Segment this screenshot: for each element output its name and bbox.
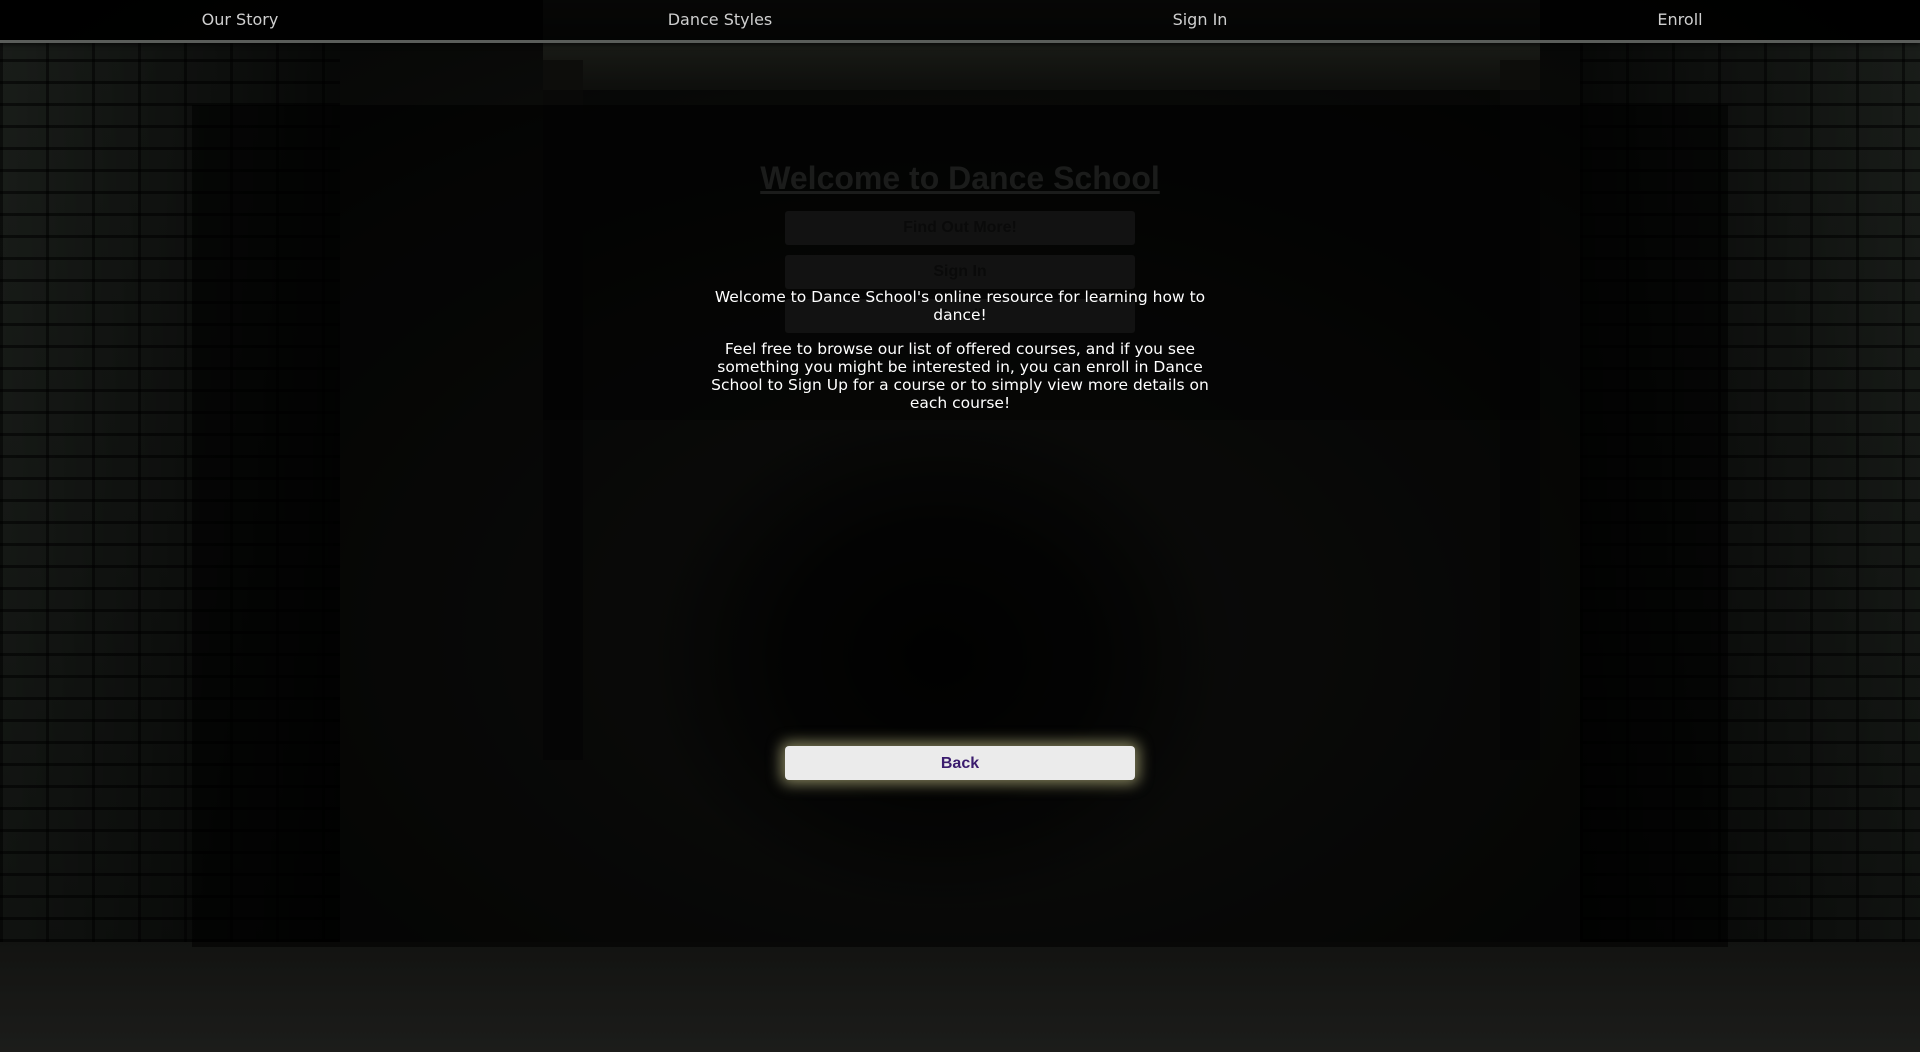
modal-paragraph-details: Feel free to browse our list of offered …	[711, 340, 1209, 412]
modal-paragraph-intro: Welcome to Dance School's online resourc…	[714, 288, 1206, 324]
modal-overlay	[0, 0, 1920, 1052]
nav-item-sign-in[interactable]: Sign In	[960, 0, 1440, 40]
nav-item-enroll[interactable]: Enroll	[1440, 0, 1920, 40]
back-button[interactable]: Back	[785, 746, 1135, 780]
nav-item-our-story[interactable]: Our Story	[0, 0, 480, 40]
page-background: Welcome to Dance School Find Out More! S…	[0, 0, 1920, 1052]
nav-item-dance-styles[interactable]: Dance Styles	[480, 0, 960, 40]
about-modal-text: Welcome to Dance School's online resourc…	[700, 288, 1220, 428]
top-navbar: Our Story Dance Styles Sign In Enroll	[0, 0, 1920, 43]
